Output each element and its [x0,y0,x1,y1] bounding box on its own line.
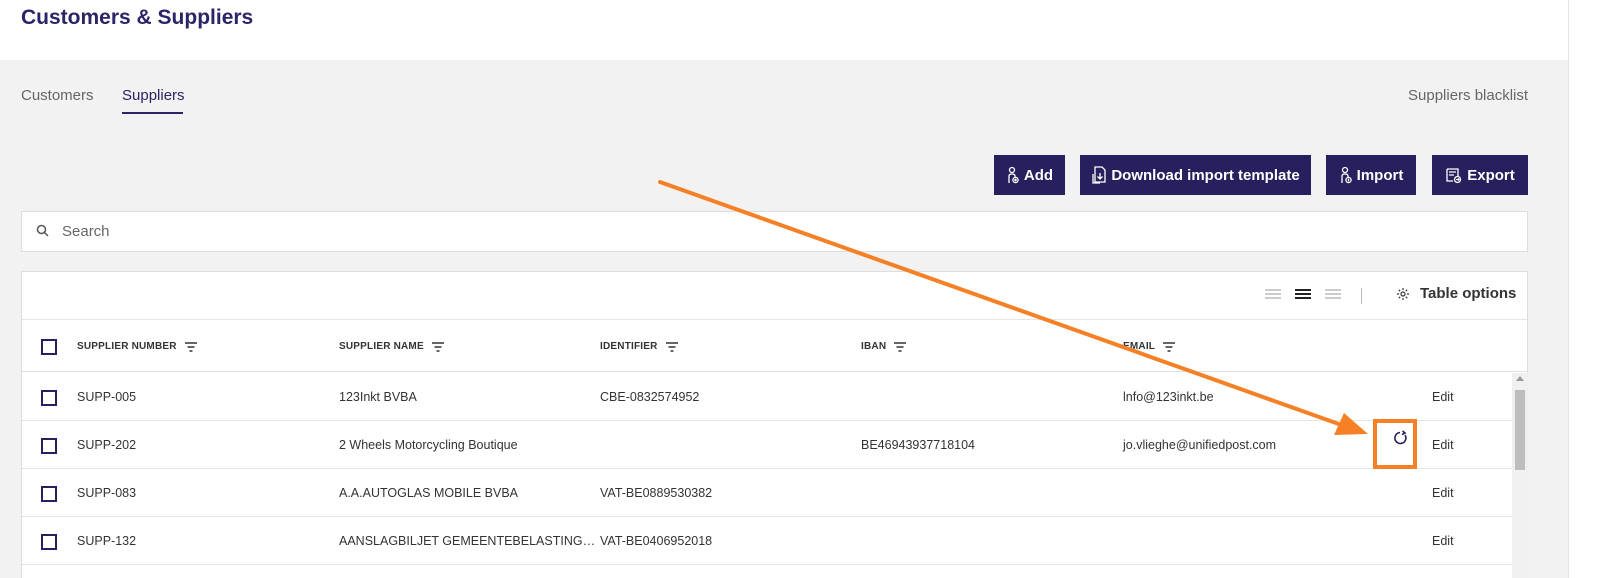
table-header: SUPPLIER NUMBER SUPPLIER NAME IDENTIFIER… [22,321,1527,372]
table-row[interactable]: SUPP-083 A.A.AUTOGLAS MOBILE BVBA VAT-BE… [22,469,1512,517]
supplier-number-cell: SUPP-083 [77,486,137,500]
search-icon [36,224,49,237]
page-header: Customers & Suppliers [0,0,1568,60]
table-options-label: Table options [1420,285,1517,302]
filter-icon[interactable] [1163,341,1176,352]
person-add-icon [1008,166,1019,184]
column-header-identifier[interactable]: IDENTIFIER [600,341,678,352]
search-input[interactable] [62,212,1502,251]
window-edge [1568,0,1602,578]
email-cell: lnfo@123inkt.be [1123,390,1214,404]
supplier-name-cell: 123Inkt BVBA [339,390,417,404]
density-default-icon[interactable] [1295,289,1311,303]
file-download-icon [1092,166,1106,184]
person-import-icon [1341,166,1352,184]
import-button[interactable]: Import [1326,155,1416,195]
table-row[interactable]: SUPP-005 123Inkt BVBA CBE-0832574952 lnf… [22,373,1512,421]
add-button[interactable]: Add [994,155,1065,195]
row-checkbox[interactable] [41,534,57,550]
supplier-number-cell: SUPP-132 [77,534,137,548]
page-title: Customers & Suppliers [21,6,254,29]
scroll-up-arrow[interactable] [1516,376,1524,381]
column-label: SUPPLIER NUMBER [77,341,177,352]
filter-icon[interactable] [431,341,444,352]
density-comfortable-icon[interactable] [1325,289,1341,303]
column-header-email[interactable]: EMAIL [1123,341,1176,352]
suppliers-blacklist-link[interactable]: Suppliers blacklist [1408,87,1528,104]
edit-link[interactable]: Edit [1432,486,1454,500]
iban-cell: BE46943937718104 [861,438,976,452]
toolbar-divider [1361,288,1362,304]
import-button-label: Import [1356,166,1404,184]
column-header-iban[interactable]: IBAN [861,341,907,352]
identifier-cell: VAT-BE0406952018 [600,534,713,548]
table-options-button[interactable]: Table options [1396,285,1516,302]
supplier-number-cell: SUPP-202 [77,438,137,452]
export-button-label: Export [1467,166,1515,184]
tab-customers[interactable]: Customers [21,87,94,104]
table-toolbar: Table options [22,272,1527,320]
edit-link[interactable]: Edit [1432,390,1454,404]
export-button[interactable]: Export [1432,155,1528,195]
supplier-name-cell: 2 Wheels Motorcycling Boutique [339,438,518,452]
email-cell: jo.vlieghe@unifiedpost.com [1123,438,1277,452]
gear-icon [1397,287,1409,300]
filter-icon[interactable] [665,341,678,352]
column-label: IBAN [861,341,887,352]
row-checkbox[interactable] [41,438,57,454]
search-bar [21,211,1528,252]
row-checkbox[interactable] [41,390,57,406]
suppliers-table: Table options SUPPLIER NUMBER SUPPLIER N… [21,271,1528,578]
column-label: SUPPLIER NAME [339,341,424,352]
add-button-label: Add [1023,166,1054,184]
supplier-number-cell: SUPP-005 [77,390,137,404]
document-export-icon [1446,168,1462,184]
select-all-checkbox[interactable] [41,339,57,355]
table-scrollbar[interactable] [1512,373,1528,578]
column-label: EMAIL [1123,341,1156,352]
identifier-cell: CBE-0832574952 [600,390,700,404]
column-label: IDENTIFIER [600,341,658,352]
column-header-supplier-name[interactable]: SUPPLIER NAME [339,341,444,352]
edit-link[interactable]: Edit [1432,438,1454,452]
density-compact-icon[interactable] [1265,289,1281,303]
supplier-name-cell: A.A.AUTOGLAS MOBILE BVBA [339,486,518,500]
download-import-template-label: Download import template [1111,166,1300,184]
download-import-template-button[interactable]: Download import template [1080,155,1311,195]
column-header-supplier-number[interactable]: SUPPLIER NUMBER [77,341,197,352]
edit-link[interactable]: Edit [1432,534,1454,548]
table-row[interactable]: SUPP-132 AANSLAGBILJET GEMEENTEBELASTING… [22,517,1512,565]
tab-suppliers[interactable]: Suppliers [122,87,185,104]
supplier-name-cell: AANSLAGBILJET GEMEENTEBELASTING… [339,534,596,548]
table-row[interactable]: SUPP-202 2 Wheels Motorcycling Boutique … [22,421,1512,469]
row-checkbox[interactable] [41,486,57,502]
sync-icon[interactable] [1384,422,1416,454]
active-tab-indicator [122,112,183,114]
filter-icon[interactable] [894,341,907,352]
filter-icon[interactable] [184,341,197,352]
identifier-cell: VAT-BE0889530382 [600,486,713,500]
scrollbar-thumb[interactable] [1515,390,1525,470]
